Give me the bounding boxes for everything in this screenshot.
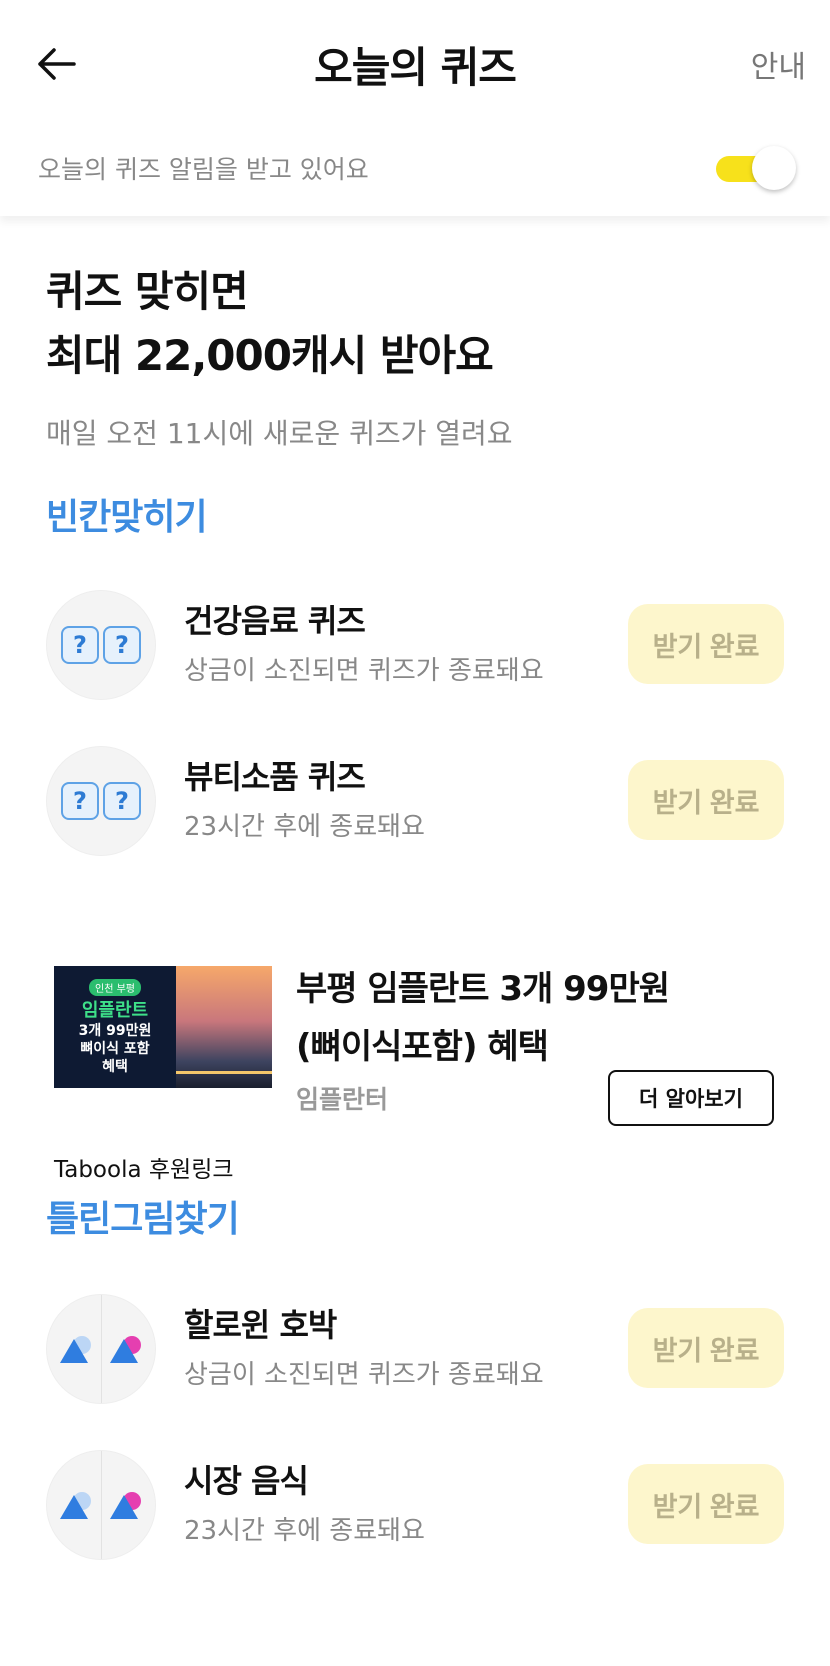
- hero-line-1: 퀴즈 맞히면: [46, 267, 249, 316]
- spot-difference-icon: [46, 1450, 156, 1560]
- reward-claimed-button[interactable]: 받기 완료: [628, 604, 784, 684]
- spot-difference-icon: [46, 1294, 156, 1404]
- ad-image[interactable]: 인천 부평 임플란트 3개 99만원 뼈이식 포함 혜택: [54, 966, 272, 1088]
- hero-heading: 퀴즈 맞히면 최대 22,000캐시 받아요: [46, 260, 494, 388]
- quiz-desc: 상금이 소진되면 퀴즈가 종료돼요: [184, 1360, 544, 1390]
- hero-subtitle: 매일 오전 11시에 새로운 퀴즈가 열려요: [46, 417, 513, 450]
- ad-title-line-1: 부평 임플란트 3개 99만원: [296, 969, 670, 1009]
- app-header: 오늘의 퀴즈 안내: [0, 0, 830, 128]
- quiz-title: 할로윈 호박: [184, 1306, 337, 1344]
- ad-photo-runway: [176, 1071, 272, 1074]
- notification-bar: 오늘의 퀴즈 알림을 받고 있어요: [0, 128, 830, 216]
- toggle-knob: [752, 146, 796, 190]
- ad-title[interactable]: 부평 임플란트 3개 99만원 (뼈이식포함) 혜택: [296, 960, 776, 1076]
- quiz-title: 건강음료 퀴즈: [184, 602, 366, 640]
- ad-image-line: 3개 99만원: [78, 1022, 152, 1039]
- ad-learn-more-button[interactable]: 더 알아보기: [608, 1070, 774, 1126]
- notification-toggle[interactable]: [716, 146, 796, 190]
- ad-photo: [176, 966, 272, 1088]
- quiz-desc: 23시간 후에 종료돼요: [184, 1516, 425, 1546]
- page-title: 오늘의 퀴즈: [314, 43, 517, 92]
- ad-title-line-2: (뼈이식포함) 혜택: [296, 1027, 549, 1067]
- reward-claimed-button[interactable]: 받기 완료: [628, 1464, 784, 1544]
- ad-advertiser: 임플란터: [296, 1085, 389, 1114]
- quiz-desc: 상금이 소진되면 퀴즈가 종료돼요: [184, 656, 544, 686]
- notification-text: 오늘의 퀴즈 알림을 받고 있어요: [38, 155, 369, 184]
- quiz-item[interactable]: 할로윈 호박 상금이 소진되면 퀴즈가 종료돼요 받기 완료: [0, 1290, 830, 1410]
- section-title-spot-difference: 틀린그림찾기: [46, 1199, 240, 1240]
- ad-image-line: 뼈이식 포함: [80, 1040, 150, 1057]
- ad-image-title: 임플란트: [81, 999, 149, 1021]
- section-title-fill-blank: 빈칸맞히기: [46, 497, 208, 538]
- ad-image-text-panel: 인천 부평 임플란트 3개 99만원 뼈이식 포함 혜택: [54, 966, 176, 1088]
- ad-image-badge: 인천 부평: [89, 978, 141, 996]
- quiz-title: 뷰티소품 퀴즈: [184, 758, 366, 796]
- sponsored-ad[interactable]: 인천 부평 임플란트 3개 99만원 뼈이식 포함 혜택 부평 임플란트 3개 …: [0, 960, 830, 1183]
- ad-sponsor-label[interactable]: Taboola 후원링크: [54, 1150, 234, 1184]
- hero-line-2: 최대 22,000캐시 받아요: [46, 331, 494, 380]
- guide-link[interactable]: 안내: [751, 42, 806, 86]
- ad-image-line: 혜택: [102, 1058, 128, 1075]
- question-boxes-icon: ??: [46, 590, 156, 700]
- quiz-desc: 23시간 후에 종료돼요: [184, 812, 425, 842]
- reward-claimed-button[interactable]: 받기 완료: [628, 760, 784, 840]
- thumb-divider: [101, 1295, 102, 1403]
- quiz-title: 시장 음식: [184, 1462, 309, 1500]
- quiz-item[interactable]: ?? 뷰티소품 퀴즈 23시간 후에 종료돼요 받기 완료: [0, 742, 830, 862]
- quiz-item[interactable]: ?? 건강음료 퀴즈 상금이 소진되면 퀴즈가 종료돼요 받기 완료: [0, 586, 830, 706]
- thumb-divider: [101, 1451, 102, 1559]
- question-boxes-icon: ??: [46, 746, 156, 856]
- quiz-item[interactable]: 시장 음식 23시간 후에 종료돼요 받기 완료: [0, 1446, 830, 1566]
- reward-claimed-button[interactable]: 받기 완료: [628, 1308, 784, 1388]
